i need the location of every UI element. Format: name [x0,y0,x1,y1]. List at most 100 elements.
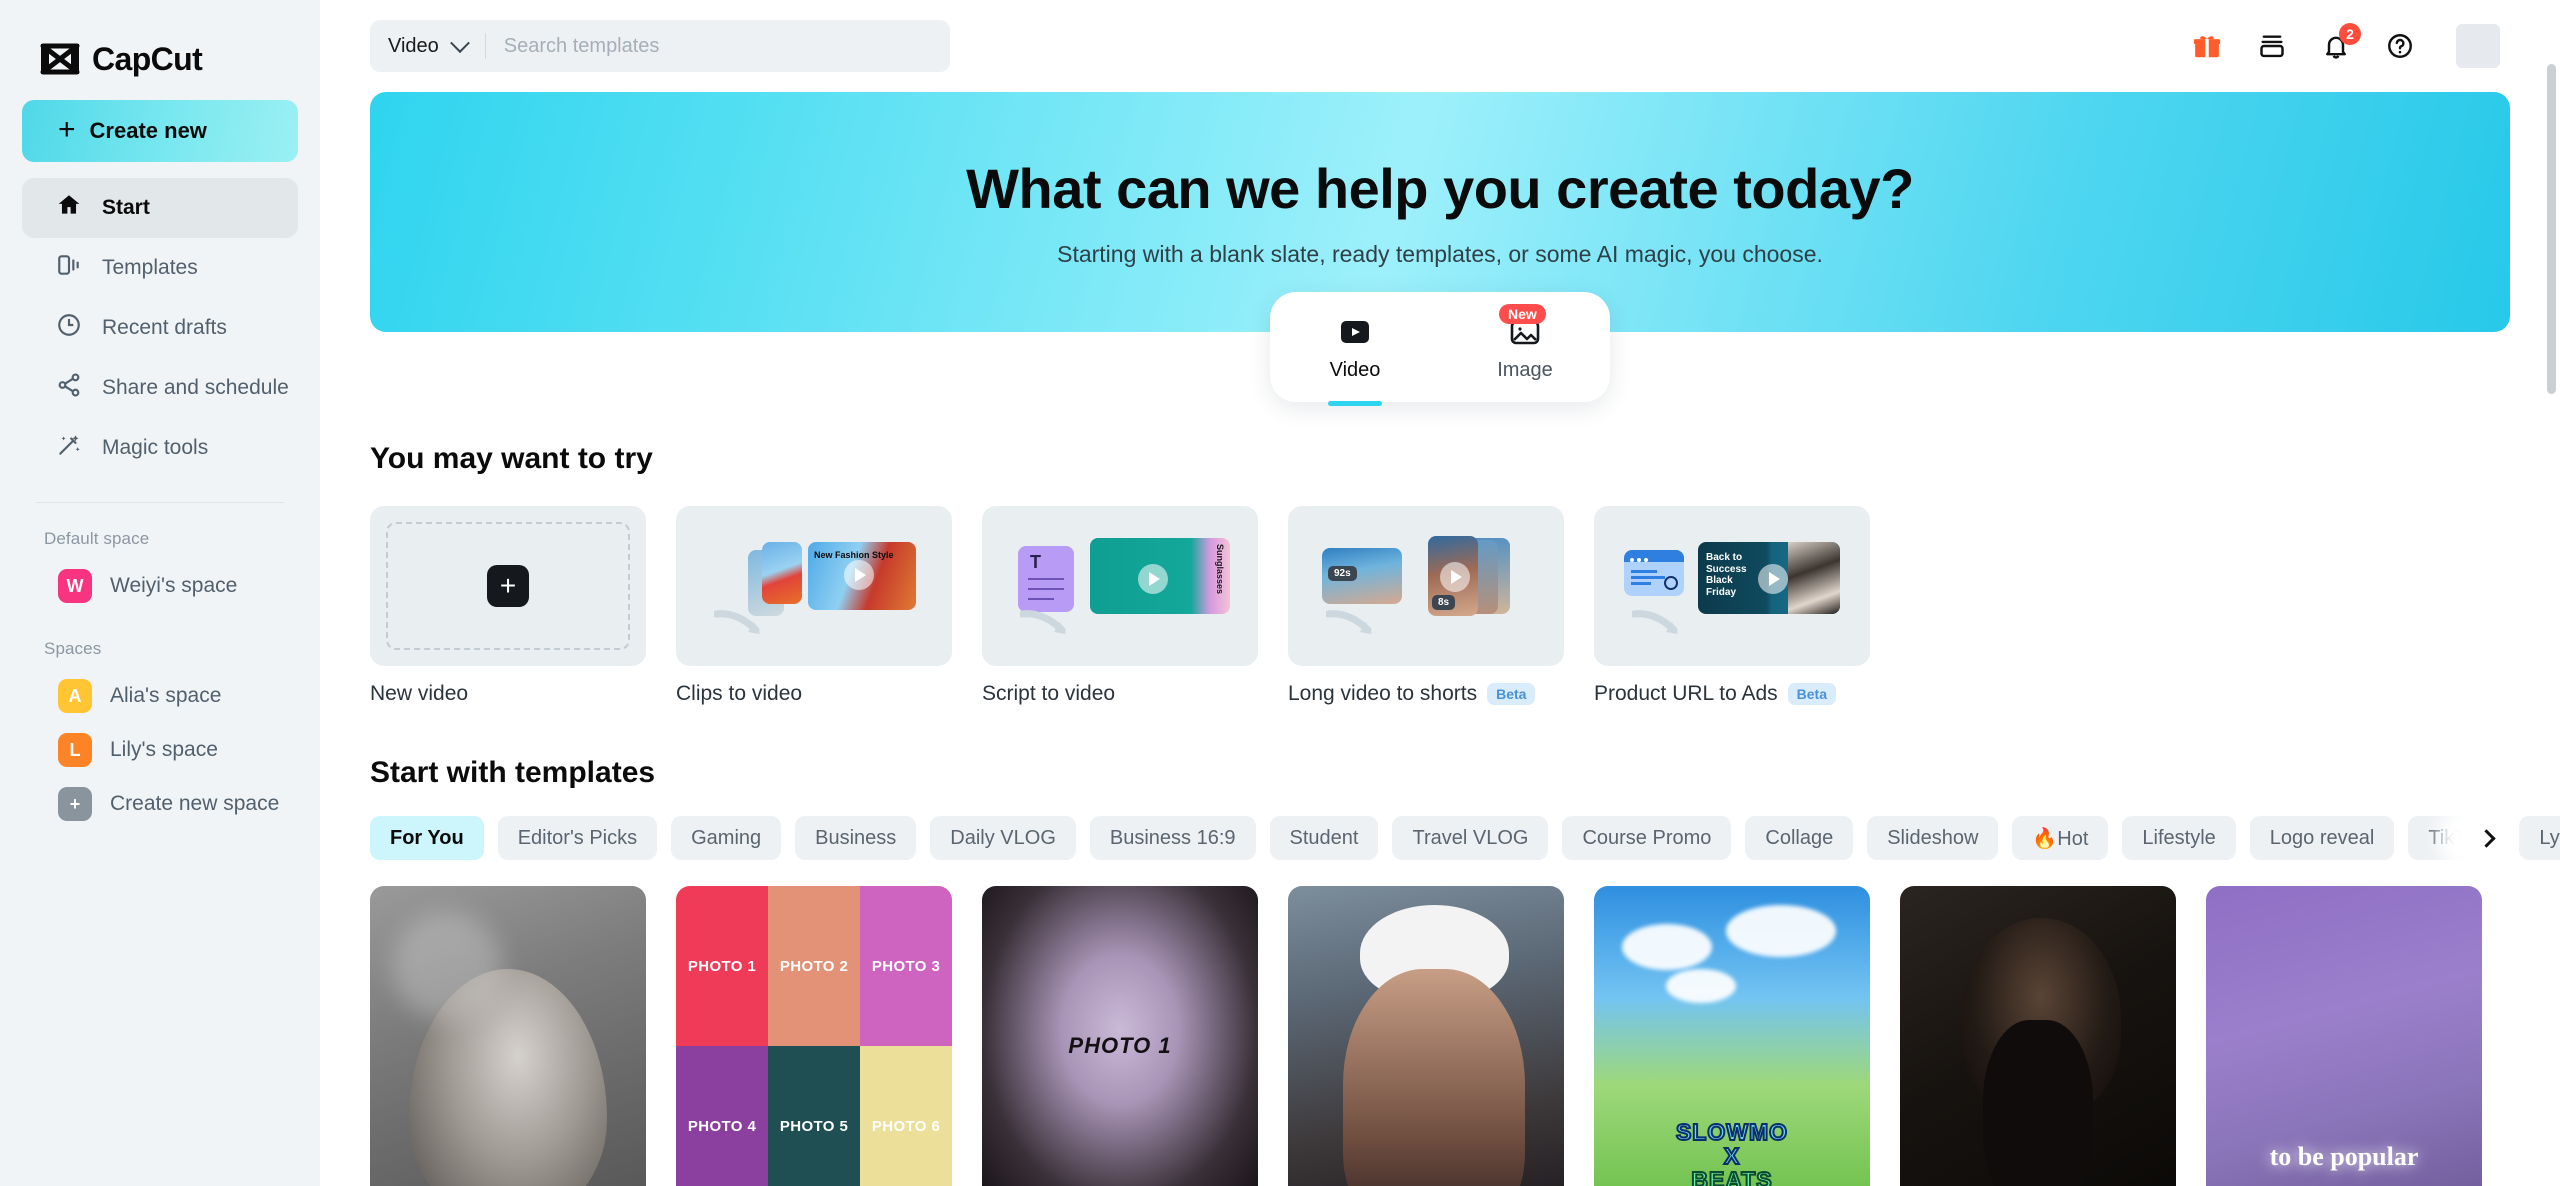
arrow-icon [714,610,760,634]
chip-editors-picks[interactable]: Editor's Picks [497,816,658,860]
template-card[interactable] [370,886,646,1186]
chip-for-you[interactable]: For You [370,816,484,860]
hero-subtitle: Starting with a blank slate, ready templ… [1057,241,1823,267]
chip-student[interactable]: Student [1269,816,1379,860]
chip-logo-reveal[interactable]: Logo reveal [2249,816,2395,860]
try-thumb: T Sunglasses [982,506,1258,666]
slowmo-line1: SLOWMO [1675,1118,1789,1145]
template-grid: PHOTO 1 PHOTO 2 PHOTO 3 PHOTO 4 PHOTO 5 … [370,886,2510,1186]
chip-collage[interactable]: Collage [1745,816,1854,860]
avatar[interactable] [2456,24,2500,68]
topbar-icons: 2 [2192,23,2500,68]
try-thumb: + [370,506,646,666]
chip-slideshow[interactable]: Slideshow [1867,816,1999,860]
play-icon [1758,564,1788,594]
try-thumb: New Fashion Style [676,506,952,666]
bell-icon[interactable]: 2 [2322,23,2361,60]
template-card[interactable] [1288,886,1564,1186]
active-tab-underline [1328,401,1382,406]
chip-hot[interactable]: 🔥Hot [2012,816,2109,860]
photo-cell-label: PHOTO 6 [871,1117,941,1135]
template-overlay-text: to be popular [2269,1142,2419,1171]
template-card[interactable]: to be popular [2206,886,2482,1186]
duration-badge: 92s [1328,566,1357,581]
try-card-product-url-to-ads[interactable]: Back to Success Black Friday Product URL… [1594,506,1870,706]
app-root: CapCut + Create new Start Templates Rece… [0,0,2560,1186]
vertical-scrollbar[interactable] [2547,64,2556,1124]
sidebar-item-templates[interactable]: Templates [22,238,298,298]
play-icon [1138,564,1168,594]
sidebar-item-recent-drafts[interactable]: Recent drafts [22,298,298,358]
search-category[interactable]: Video [388,35,439,58]
try-thumb: Back to Success Black Friday [1594,506,1870,666]
arrow-icon [1326,610,1372,634]
space-item-alia[interactable]: A Alia's space [22,669,298,723]
mode-switcher: Video New Image [1270,292,1610,406]
inbox-icon[interactable] [2258,32,2286,60]
new-badge: New [1499,304,1546,324]
template-card[interactable]: PHOTO 1 PHOTO 2 PHOTO 3 PHOTO 4 PHOTO 5 … [676,886,952,1186]
create-new-space-label: Create new space [110,792,280,815]
scrollbar-thumb[interactable] [2547,64,2556,394]
clock-icon [56,312,82,344]
page-title: What can we help you create today? [966,157,1914,220]
chevron-down-icon[interactable] [449,33,470,54]
space-item-weiyi[interactable]: W Weiyi's space [22,559,298,613]
sidebar-item-label: Share and schedule [102,376,289,399]
arrow-icon [1020,610,1066,634]
sidebar-item-label: Start [102,196,150,219]
create-new-space-button[interactable]: + Create new space [22,777,298,831]
templates-icon [56,252,82,284]
chip-label: Business 16:9 [1109,826,1236,849]
space-avatar: A [58,679,92,713]
clip-art-text: Sunglasses [1215,544,1225,595]
chip-label: For You [390,826,464,849]
try-card-label: Product URL to Ads [1594,682,1778,705]
chevron-right-icon[interactable] [2462,812,2514,864]
ad-art-text: Back to Success Black Friday [1706,552,1747,598]
beta-badge: Beta [1487,683,1536,705]
try-card-script-to-video[interactable]: T Sunglasses Script to video [982,506,1258,706]
sidebar-item-start[interactable]: Start [22,178,298,238]
search-input[interactable] [503,34,932,58]
tab-image[interactable]: New Image [1465,304,1585,382]
chip-business-16-9[interactable]: Business 16:9 [1089,816,1256,860]
chip-label: Editor's Picks [517,826,638,849]
play-icon [1440,562,1470,592]
gift-icon[interactable] [2192,31,2222,61]
try-card-long-video-to-shorts[interactable]: 92s 8s Long video to shorts Beta [1288,506,1564,706]
chip-daily-vlog[interactable]: Daily VLOG [930,816,1076,860]
template-overlay-text: PHOTO 1 [1068,1033,1172,1058]
sidebar-item-magic-tools[interactable]: Magic tools [22,418,298,478]
chip-business[interactable]: Business [795,816,917,860]
space-label: Lily's space [110,738,218,761]
template-card[interactable] [1900,886,2176,1186]
sidebar-item-share-and-schedule[interactable]: Share and schedule [22,358,298,418]
chip-label: Logo reveal [2269,826,2375,849]
sidebar-item-label: Magic tools [102,436,209,459]
template-overlay-text: SLOWMO X BEATS [1594,1118,1870,1186]
create-new-button[interactable]: + Create new [22,100,298,162]
space-label: Alia's space [110,684,222,707]
tab-video[interactable]: Video [1295,318,1415,406]
chip-course-promo[interactable]: Course Promo [1562,816,1732,860]
try-card-label: New video [370,682,469,705]
chip-gaming[interactable]: Gaming [671,816,782,860]
chip-travel-vlog[interactable]: Travel VLOG [1392,816,1549,860]
help-icon[interactable] [2386,32,2414,60]
brand[interactable]: CapCut [0,0,320,92]
clip-art-text: New Fashion Style [814,550,894,560]
space-item-lily[interactable]: L Lily's space [22,723,298,777]
template-card[interactable]: SLOWMO X BEATS [1594,886,1870,1186]
try-thumb: 92s 8s [1288,506,1564,666]
try-card-clips-to-video[interactable]: New Fashion Style Clips to video [676,506,952,706]
chip-lifestyle[interactable]: Lifestyle [2122,816,2236,860]
create-new-label: Create new [89,118,207,143]
search-bar[interactable]: Video [370,20,950,72]
template-card[interactable]: PHOTO 1 [982,886,1258,1186]
sidebar: CapCut + Create new Start Templates Rece… [0,0,320,1186]
sidebar-nav: Start Templates Recent drafts Share and … [0,178,320,478]
try-card-new-video[interactable]: + New video [370,506,646,706]
arrow-icon [1632,610,1678,634]
capcut-logo-icon [40,43,80,75]
